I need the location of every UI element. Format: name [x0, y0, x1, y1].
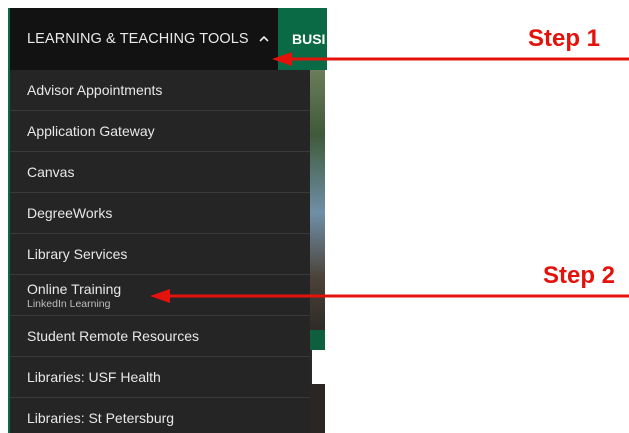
menu-item-sublabel: LinkedIn Learning — [27, 297, 111, 310]
menu-item-label: DegreeWorks — [27, 205, 113, 221]
menu-item-label: Libraries: St Petersburg — [27, 410, 175, 426]
page-white-panel — [312, 350, 325, 384]
menu-item-libraries-st-petersburg[interactable]: Libraries: St Petersburg — [10, 398, 310, 433]
menu-item-label: Student Remote Resources — [27, 328, 199, 344]
menu-item-label: Libraries: USF Health — [27, 369, 161, 385]
hero-photo — [310, 70, 325, 330]
top-nav-bar: LEARNING & TEACHING TOOLS BUSI — [8, 8, 327, 70]
menu-item-label: Application Gateway — [27, 123, 155, 139]
menu-item-degreeworks[interactable]: DegreeWorks — [10, 193, 310, 234]
menu-item-canvas[interactable]: Canvas — [10, 152, 310, 193]
learning-teaching-tools-menu[interactable]: LEARNING & TEACHING TOOLS — [10, 8, 278, 70]
menu-item-label: Library Services — [27, 246, 128, 262]
menu-item-library-services[interactable]: Library Services — [10, 234, 310, 275]
page-dark-panel — [310, 384, 325, 433]
step1-label: Step 1 — [528, 25, 601, 52]
menu-item-label: Online Training — [27, 280, 122, 297]
page-green-band — [310, 330, 325, 350]
tools-dropdown: Advisor Appointments Application Gateway… — [8, 70, 310, 433]
menu-title: LEARNING & TEACHING TOOLS — [27, 31, 249, 47]
menu-item-advisor-appointments[interactable]: Advisor Appointments — [10, 70, 310, 111]
nav-item-business-label: BUSI — [292, 31, 326, 47]
menu-item-label: Canvas — [27, 164, 75, 180]
menu-item-libraries-usf-health[interactable]: Libraries: USF Health — [10, 357, 310, 398]
nav-item-business[interactable]: BUSI — [278, 8, 327, 70]
menu-item-application-gateway[interactable]: Application Gateway — [10, 111, 310, 152]
chevron-up-icon — [259, 35, 269, 42]
menu-item-online-training[interactable]: Online Training LinkedIn Learning — [10, 275, 310, 316]
menu-item-student-remote-resources[interactable]: Student Remote Resources — [10, 316, 310, 357]
step2-label: Step 2 — [543, 262, 616, 289]
menu-item-label: Advisor Appointments — [27, 82, 163, 98]
